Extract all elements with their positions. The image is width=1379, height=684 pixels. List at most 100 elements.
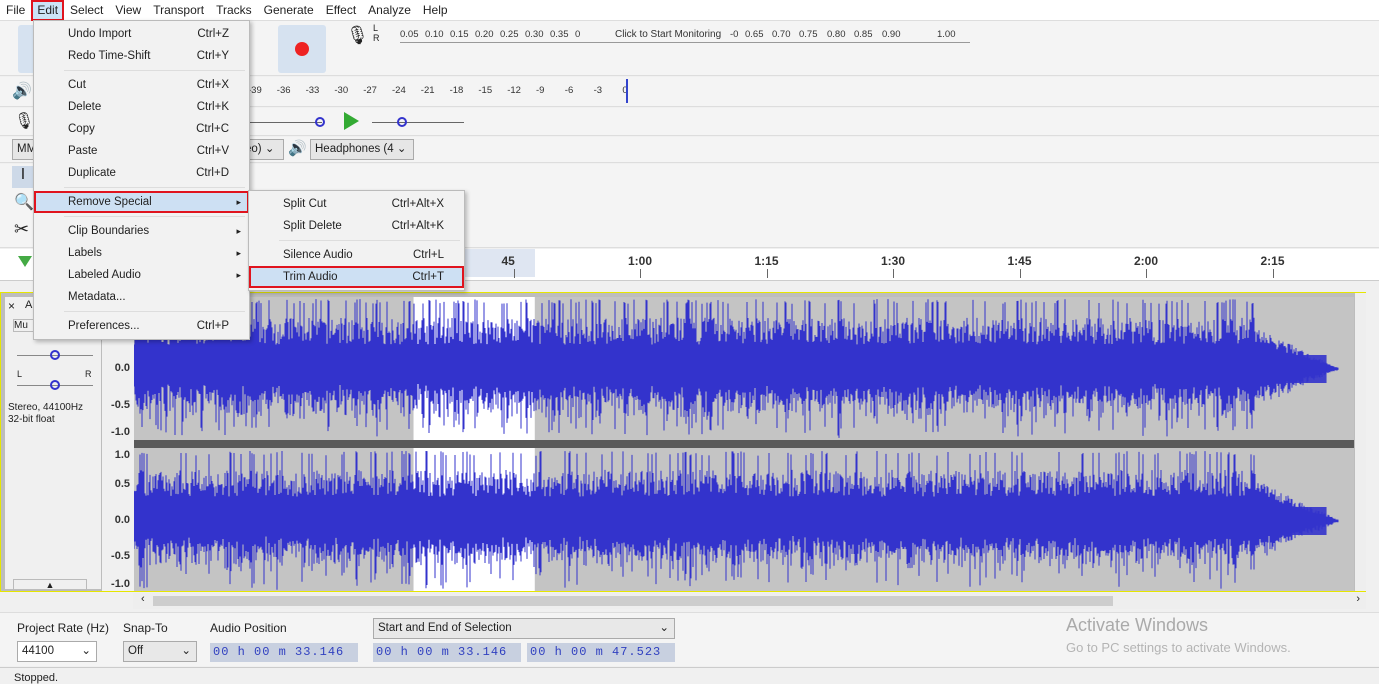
meter-tick: 0.70	[772, 29, 791, 40]
menu-item-labeled-audio[interactable]: Labeled Audio ▸	[34, 264, 249, 286]
selection-tool-icon[interactable]: I	[12, 166, 34, 188]
menu-item-label: Silence Audio	[283, 249, 353, 261]
meter-tick: 0.10	[425, 29, 444, 40]
selection-end-field[interactable]: 00 h 00 m 47.523 s	[527, 643, 675, 678]
menu-analyze[interactable]: Analyze	[362, 0, 417, 21]
ruler-tick	[640, 269, 641, 278]
monitor-button[interactable]: Click to Start Monitoring	[615, 29, 721, 40]
menu-item-label: Preferences...	[68, 320, 140, 332]
menu-separator	[64, 216, 245, 217]
menu-item-shortcut: Ctrl+Alt+K	[391, 220, 444, 232]
horizontal-scrollbar[interactable]: ‹ ›	[133, 593, 1366, 609]
ruler-tick-label: 2:00	[1134, 254, 1159, 268]
meter-tick: 0.30	[525, 29, 544, 40]
y-label: 0.0	[114, 514, 130, 526]
record-button[interactable]	[278, 25, 326, 73]
record-icon	[295, 42, 309, 56]
y-label: 1.0	[114, 449, 130, 461]
microphone-icon[interactable]: 🎙	[346, 25, 369, 49]
meter-tick: -0	[730, 29, 739, 40]
waveform-core	[134, 507, 1327, 535]
menu-item-trim-audio[interactable]: Trim Audio Ctrl+T	[249, 266, 464, 288]
play-head-icon	[18, 256, 32, 267]
meter-tick: 0.25	[500, 29, 519, 40]
menu-generate[interactable]: Generate	[258, 0, 320, 21]
record-volume-slider[interactable]	[315, 117, 325, 127]
meter-tick: -27	[363, 85, 377, 96]
menu-item-label: Paste	[68, 145, 98, 157]
menu-edit[interactable]: Edit	[31, 0, 65, 21]
menu-item-remove-special[interactable]: Remove Special ▸	[34, 191, 249, 213]
track-name-menu[interactable]: A	[25, 299, 32, 311]
project-rate-label: Project Rate (Hz)	[17, 621, 110, 635]
menu-select[interactable]: Select	[64, 0, 109, 21]
meter-tick: 0.90	[882, 29, 901, 40]
meter-tick: -3	[593, 85, 603, 96]
menu-item-undo-import[interactable]: Undo Import Ctrl+Z	[34, 23, 249, 45]
audio-position-label: Audio Position	[210, 621, 287, 635]
selection-start-field[interactable]: 00 h 00 m 33.146 s	[373, 643, 521, 678]
menu-tracks[interactable]: Tracks	[210, 0, 258, 21]
menu-item-delete[interactable]: Delete Ctrl+K	[34, 96, 249, 118]
meter-tick: -36	[276, 85, 291, 96]
left-label: L	[373, 23, 379, 33]
menu-item-preferences[interactable]: Preferences... Ctrl+P	[34, 315, 249, 337]
menu-item-label: Split Delete	[283, 220, 342, 232]
status-text: Stopped.	[14, 672, 59, 684]
track-bit-depth: 32-bit float	[8, 414, 55, 425]
project-rate-select[interactable]: 44100 ⌄	[17, 641, 97, 662]
waveform[interactable]	[134, 297, 1354, 591]
snap-to-select[interactable]: Off ⌄	[123, 641, 197, 662]
meter-tick: 0.65	[745, 29, 764, 40]
record-meter[interactable]: 0.05 0.10 0.15 0.20 0.25 0.30 0.35 0 Click to St…	[400, 29, 970, 43]
menu-item-split-cut[interactable]: Split Cut Ctrl+Alt+X	[249, 193, 464, 215]
y-label: -1.0	[111, 426, 130, 438]
vertical-scrollbar[interactable]	[1355, 293, 1366, 591]
status-bar: Stopped.	[0, 667, 1379, 684]
pan-right-label: R	[85, 369, 92, 379]
track-close-button[interactable]: ×	[8, 299, 15, 313]
meter-tick: -39	[248, 85, 262, 96]
menu-item-shortcut: Ctrl+P	[196, 320, 229, 332]
menu-help[interactable]: Help	[417, 0, 454, 21]
menu-item-shortcut: Ctrl+Z	[197, 28, 229, 40]
menu-item-cut[interactable]: Cut Ctrl+X	[34, 74, 249, 96]
y-label: -1.0	[111, 578, 130, 590]
playback-meter[interactable]: -39-36-33-30-27-24-21-18-15-12-9-6-30	[248, 85, 630, 99]
menu-item-shortcut: Ctrl+C	[196, 123, 229, 135]
menu-item-label: Remove Special	[68, 196, 152, 208]
selection-mode-value: Start and End of Selection	[378, 622, 512, 634]
menu-view[interactable]: View	[109, 0, 147, 21]
selection-toolbar: Project Rate (Hz) 44100 ⌄ Snap-To Off ⌄ Au…	[0, 612, 1379, 678]
multi-tool-icon[interactable]: ✂	[14, 219, 29, 240]
menu-item-split-delete[interactable]: Split Delete Ctrl+Alt+K	[249, 215, 464, 237]
meter-tick: -24	[392, 85, 406, 96]
menu-item-redo-time-shift[interactable]: Redo Time-Shift Ctrl+Y	[34, 45, 249, 67]
menu-item-labels[interactable]: Labels ▸	[34, 242, 249, 264]
audio-position-field[interactable]: 00 h 00 m 33.146 s	[210, 643, 358, 678]
zoom-tool-icon[interactable]: 🔍	[14, 192, 34, 212]
meter-tick: -6	[564, 85, 574, 96]
menu-file[interactable]: File	[0, 0, 31, 21]
menu-item-copy[interactable]: Copy Ctrl+C	[34, 118, 249, 140]
channel-divider	[134, 440, 1354, 448]
play-at-speed-icon[interactable]	[344, 112, 359, 130]
meter-tick: -15	[478, 85, 493, 96]
menu-item-duplicate[interactable]: Duplicate Ctrl+D	[34, 162, 249, 184]
menu-effect[interactable]: Effect	[320, 0, 362, 21]
menu-item-paste[interactable]: Paste Ctrl+V	[34, 140, 249, 162]
output-device-select[interactable]: Headphones (4 ⌄	[310, 139, 414, 160]
submenu-arrow-icon: ▸	[236, 226, 241, 236]
menu-item-metadata[interactable]: Metadata...	[34, 286, 249, 308]
menu-item-silence-audio[interactable]: Silence Audio Ctrl+L	[249, 244, 464, 266]
meter-marker	[626, 79, 628, 103]
collapse-track-button[interactable]: ▲	[13, 579, 87, 591]
menu-item-label: Duplicate	[68, 167, 116, 179]
play-speed-slider[interactable]	[397, 117, 407, 127]
pan-slider[interactable]	[50, 380, 60, 390]
menu-transport[interactable]: Transport	[147, 0, 210, 21]
gain-slider[interactable]	[50, 350, 60, 360]
selection-mode-select[interactable]: Start and End of Selection ⌄	[373, 618, 675, 639]
menu-item-shortcut: Ctrl+X	[196, 79, 229, 91]
menu-item-clip-boundaries[interactable]: Clip Boundaries ▸	[34, 220, 249, 242]
